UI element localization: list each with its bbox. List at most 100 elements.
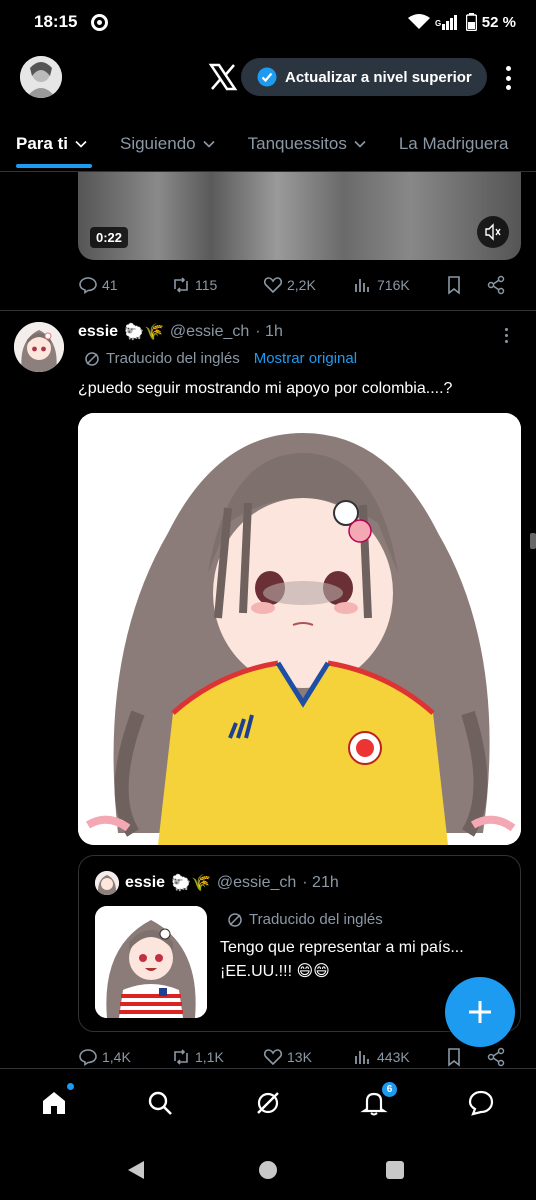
tab-label: Para ti — [16, 134, 68, 153]
tweet-more-icon[interactable] — [505, 328, 508, 343]
share-icon — [487, 1047, 505, 1067]
home-unread-dot — [67, 1083, 74, 1090]
more-options-icon[interactable] — [498, 64, 518, 92]
repost-button[interactable]: 1,1K — [171, 1047, 224, 1067]
like-button[interactable]: 13K — [263, 1047, 312, 1067]
quoted-translated-label: Traducido del inglés — [249, 911, 383, 928]
bookmark-icon — [448, 276, 460, 295]
nav-messages[interactable] — [465, 1087, 497, 1119]
system-navigation — [0, 1140, 536, 1200]
top-bar: Actualizar a nivel superior — [0, 50, 536, 106]
translation-note: Traducido del inglés Mostrar original — [84, 350, 357, 367]
quoted-image[interactable] — [95, 906, 207, 1018]
share-button[interactable] — [486, 1047, 506, 1067]
chevron-down-icon — [75, 140, 87, 148]
translate-icon — [228, 912, 242, 927]
tab-siguiendo[interactable]: Siguiendo — [104, 120, 232, 168]
x-logo-icon[interactable] — [208, 62, 238, 92]
tweet1-actions: 41 115 2,2K 716K — [78, 272, 521, 298]
repost-icon — [174, 277, 188, 293]
status-right: G 52 % — [407, 13, 516, 31]
repost-icon — [174, 1049, 188, 1065]
tweet-time: · 1h — [255, 323, 283, 340]
like-button[interactable]: 2,2K — [263, 275, 316, 295]
grok-icon — [257, 1092, 279, 1114]
nav-grok[interactable] — [252, 1087, 284, 1119]
views-button[interactable]: 443K — [353, 1047, 410, 1067]
author-handle[interactable]: @essie_ch — [170, 323, 249, 341]
timeline-tabs: Para ti Siguiendo Tanquessitos La Madrig… — [0, 120, 536, 172]
back-icon[interactable] — [128, 1161, 144, 1179]
author-emoji: 🐑🌾 — [124, 324, 164, 341]
signal-icon: G — [435, 15, 457, 30]
repost-button[interactable]: 115 — [171, 275, 217, 295]
repost-count: 1,1K — [195, 1049, 224, 1065]
scrollbar-thumb[interactable] — [530, 533, 536, 549]
tweet-text: ¿puedo seguir mostrando mi apoyo por col… — [78, 380, 453, 397]
tweet-image[interactable] — [78, 413, 521, 845]
plus-icon — [469, 1001, 491, 1023]
upgrade-label: Actualizar a nivel superior — [285, 68, 472, 86]
nav-home[interactable] — [38, 1083, 74, 1119]
status-bar: 18:15 G 52 % — [0, 0, 536, 44]
profile-avatar[interactable] — [20, 56, 62, 98]
heart-icon — [263, 277, 283, 294]
author-avatar[interactable] — [14, 322, 64, 372]
tab-para-ti[interactable]: Para ti — [0, 120, 104, 168]
bottom-navigation: 6 — [0, 1068, 536, 1140]
views-button[interactable]: 716K — [353, 275, 410, 295]
quoted-author-avatar — [95, 871, 119, 895]
translated-label: Traducido del inglés — [106, 350, 240, 367]
chevron-down-icon — [354, 140, 366, 148]
compose-button[interactable] — [445, 977, 515, 1047]
quoted-author-name: essie — [125, 874, 166, 891]
share-button[interactable] — [486, 275, 506, 295]
views-count: 443K — [377, 1049, 410, 1065]
quoted-author-emoji: 🐑🌾 — [171, 875, 211, 892]
quoted-translation-note: Traducido del inglés — [227, 911, 383, 928]
views-icon — [355, 1051, 369, 1064]
chevron-down-icon — [203, 140, 215, 148]
show-original-link[interactable]: Mostrar original — [254, 350, 357, 367]
like-count: 13K — [287, 1049, 312, 1065]
wifi-icon — [407, 14, 430, 29]
like-count: 2,2K — [287, 277, 316, 293]
notification-count-badge: 6 — [381, 1081, 398, 1098]
reply-count: 1,4K — [102, 1049, 131, 1065]
translate-icon — [85, 351, 99, 366]
verified-badge-icon — [257, 67, 277, 87]
home-circle-icon[interactable] — [259, 1161, 277, 1179]
screen-record-icon — [91, 13, 109, 31]
svg-text:G: G — [435, 19, 441, 28]
message-icon — [468, 1090, 494, 1116]
status-time: 18:15 — [34, 12, 78, 31]
reply-button[interactable]: 1,4K — [78, 1047, 131, 1067]
home-icon — [43, 1092, 65, 1114]
heart-icon — [263, 1049, 283, 1066]
bookmark-button[interactable] — [444, 275, 464, 295]
tab-label: La Madriguera — [398, 134, 509, 153]
tab-tanquessitos[interactable]: Tanquessitos — [232, 120, 383, 168]
upgrade-button[interactable]: Actualizar a nivel superior — [241, 58, 487, 96]
tweet-header: essie 🐑🌾 @essie_ch · 1h — [78, 322, 283, 342]
active-tab-indicator — [16, 164, 92, 168]
reply-icon — [79, 1049, 97, 1066]
bookmark-button[interactable] — [444, 1047, 464, 1067]
nav-search[interactable] — [144, 1087, 176, 1119]
reply-button[interactable]: 41 — [78, 275, 118, 295]
nav-notifications[interactable]: 6 — [358, 1081, 398, 1119]
recent-apps-icon[interactable] — [386, 1161, 404, 1179]
reply-count: 41 — [102, 277, 118, 293]
tab-label: Siguiendo — [119, 134, 196, 153]
quoted-header: essie 🐑🌾 @essie_ch · 21h — [125, 873, 339, 893]
video-player[interactable]: 0:22 — [78, 172, 521, 260]
search-icon — [148, 1091, 172, 1115]
mute-icon[interactable] — [477, 216, 509, 248]
bookmark-icon — [448, 1048, 460, 1067]
video-duration: 0:22 — [90, 227, 129, 248]
battery-icon — [465, 13, 477, 31]
tab-la-madriguera[interactable]: La Madriguera — [383, 120, 525, 168]
author-name[interactable]: essie — [78, 323, 118, 341]
repost-count: 115 — [195, 277, 218, 293]
quoted-author-handle: @essie_ch — [216, 874, 297, 891]
